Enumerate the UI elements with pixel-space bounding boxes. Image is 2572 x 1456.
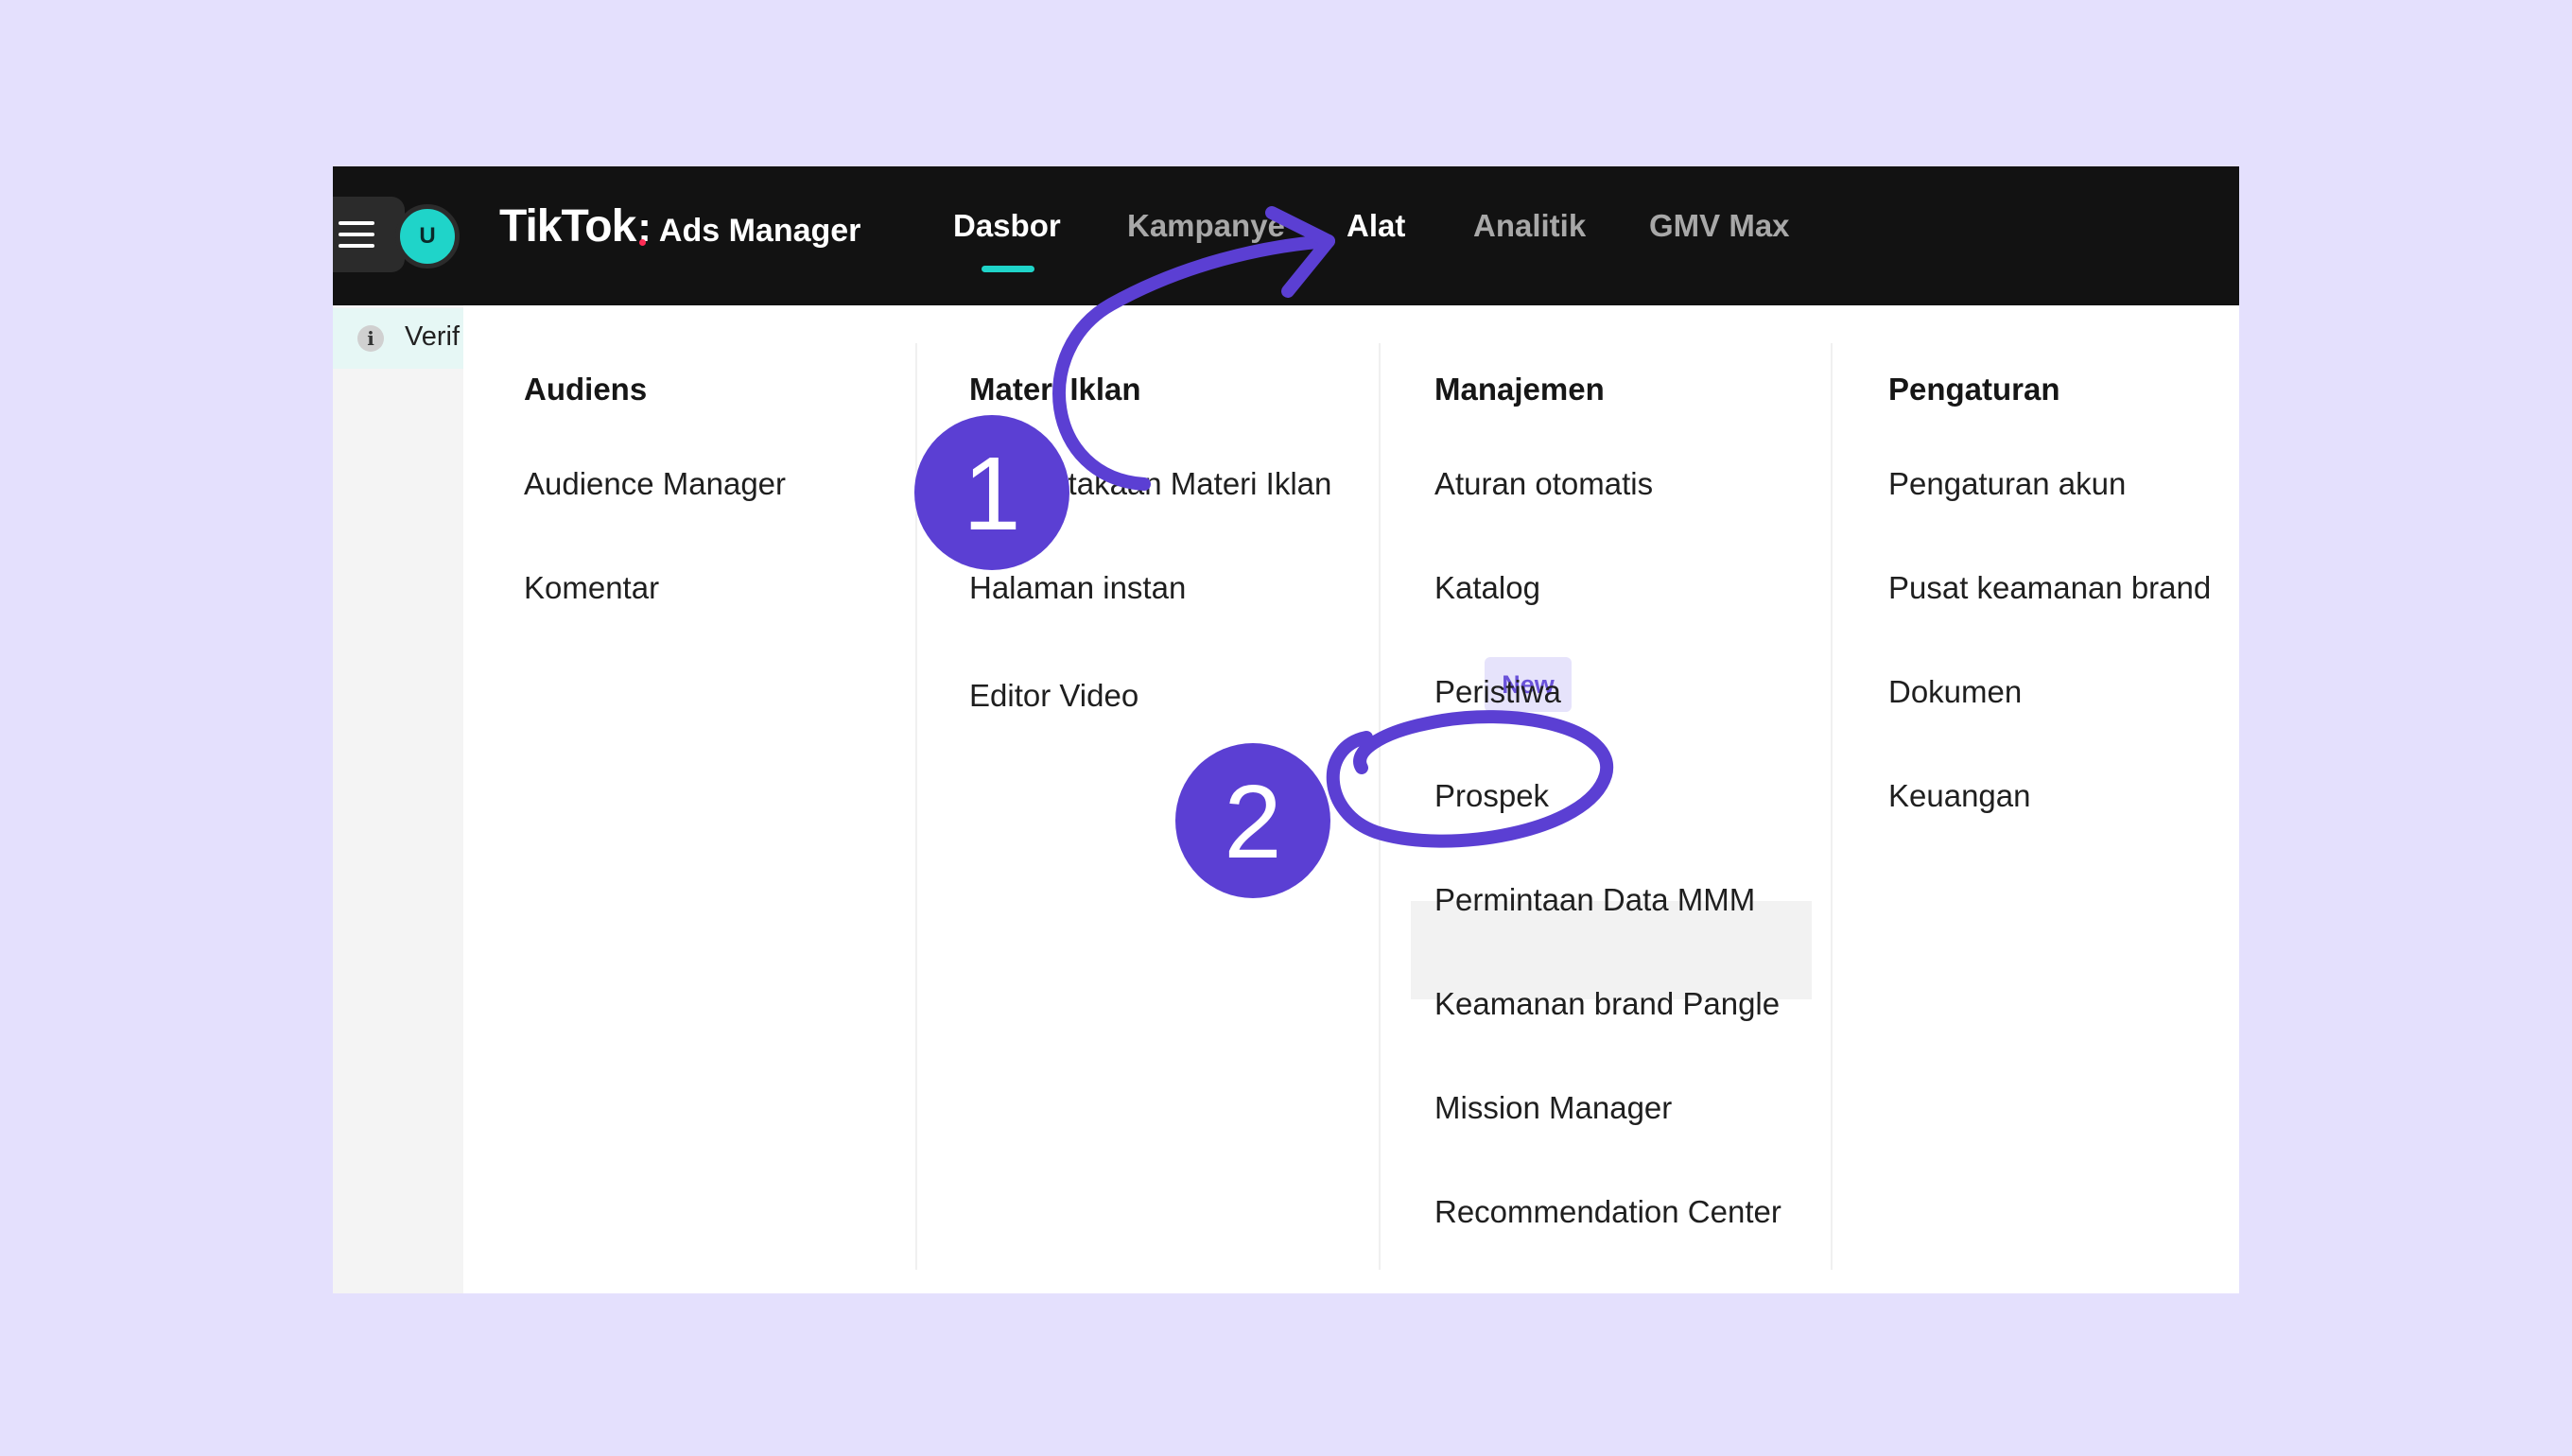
- menu-item-mission-manager[interactable]: Mission Manager: [1434, 1090, 1672, 1126]
- hamburger-icon: [339, 221, 374, 225]
- menu-item-prospek[interactable]: Prospek: [1434, 778, 1549, 814]
- column-divider: [1379, 343, 1381, 1270]
- info-icon: i: [357, 325, 384, 352]
- menu-item-dokumen[interactable]: Dokumen: [1888, 674, 2022, 710]
- nav-tab-analitik[interactable]: Analitik: [1473, 208, 1586, 244]
- column-divider: [1831, 343, 1833, 1270]
- menu-item-komentar[interactable]: Komentar: [524, 570, 659, 606]
- menu-heading-manajemen: Manajemen: [1434, 372, 1605, 407]
- nav-tab-alat[interactable]: Alat: [1347, 208, 1405, 244]
- menu-heading-audiens: Audiens: [524, 372, 648, 407]
- menu-item-audience-manager[interactable]: Audience Manager: [524, 466, 786, 502]
- nav-tab-gmv-max[interactable]: GMV Max: [1649, 208, 1790, 244]
- tools-dropdown-menu: Audiens Audience Manager Komentar Materi…: [463, 305, 2239, 1293]
- menu-heading-materi-iklan: Materi Iklan: [969, 372, 1141, 407]
- avatar[interactable]: U: [395, 204, 460, 269]
- screenshot-frame: U TikTok : Ads Manager Dasbor Kampanye A…: [333, 166, 2239, 1293]
- menu-item-keamanan-brand-pangle[interactable]: Keamanan brand Pangle: [1434, 986, 1780, 1022]
- menu-item-pusat-keamanan-brand[interactable]: Pusat keamanan brand: [1888, 570, 2211, 606]
- menu-toggle-button[interactable]: [333, 197, 405, 272]
- brand-product: Ads Manager: [658, 213, 861, 249]
- menu-item-peristiwa[interactable]: Peristiwa: [1434, 674, 1561, 710]
- menu-item-katalog[interactable]: Katalog: [1434, 570, 1540, 606]
- menu-item-aturan-otomatis[interactable]: Aturan otomatis: [1434, 466, 1653, 502]
- nav-tab-kampanye[interactable]: Kampanye: [1127, 208, 1285, 244]
- banner-text: Verif: [405, 321, 461, 352]
- hamburger-icon-line: [339, 244, 374, 248]
- verification-banner[interactable]: i Verif: [333, 308, 463, 369]
- menu-item-recommendation-center[interactable]: Recommendation Center: [1434, 1194, 1781, 1230]
- brand-name: TikTok: [499, 201, 636, 251]
- menu-item-perpustakaan-materi-iklan[interactable]: Perpustakaan Materi Iklan: [969, 466, 1331, 502]
- menu-item-permintaan-data-mmm[interactable]: Permintaan Data MMM: [1434, 882, 1755, 918]
- brand-colon: :: [637, 204, 652, 251]
- menu-item-keuangan[interactable]: Keuangan: [1888, 778, 2030, 814]
- nav-tab-dasbor[interactable]: Dasbor: [953, 208, 1061, 244]
- menu-heading-pengaturan: Pengaturan: [1888, 372, 2060, 407]
- top-navigation-bar: U TikTok : Ads Manager Dasbor Kampanye A…: [333, 166, 2239, 305]
- active-tab-indicator: [982, 266, 1034, 272]
- column-divider: [915, 343, 917, 1270]
- menu-item-pengaturan-akun[interactable]: Pengaturan akun: [1888, 466, 2126, 502]
- hamburger-icon-line: [339, 233, 374, 236]
- page-background-strip: [333, 305, 463, 1293]
- menu-item-editor-video[interactable]: Editor Video: [969, 678, 1138, 714]
- app-logo[interactable]: TikTok : Ads Manager: [499, 200, 860, 267]
- menu-item-halaman-instan[interactable]: Halaman instan: [969, 570, 1186, 606]
